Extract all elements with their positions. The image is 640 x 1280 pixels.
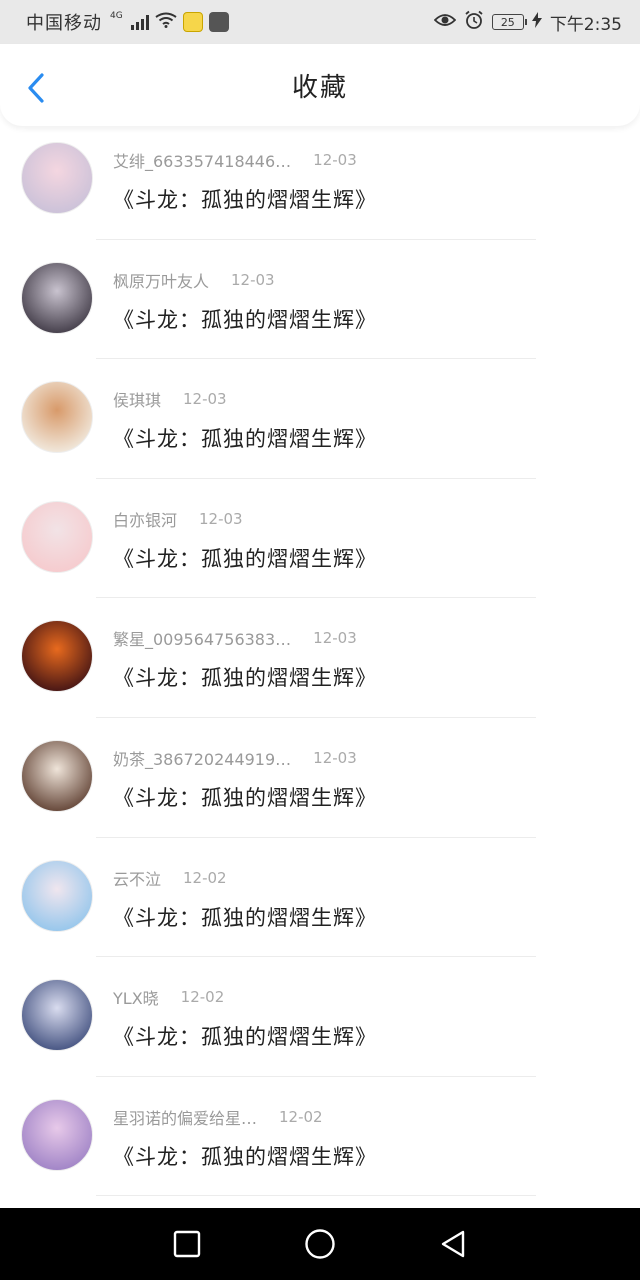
work-title: 《斗龙：孤独的熠熠生辉》 bbox=[113, 188, 377, 212]
favorite-item[interactable]: 繁星_009564756383… 12-03 《斗龙：孤独的熠熠生辉》 bbox=[0, 598, 640, 718]
favorite-item-text: 白亦银河 12-03 《斗龙：孤独的熠熠生辉》 bbox=[113, 507, 620, 573]
favorite-meta: 星羽诺的偏爱给星… 12-02 bbox=[113, 1105, 620, 1129]
favorite-meta: 白亦银河 12-03 bbox=[113, 507, 620, 531]
user-name[interactable]: 星羽诺的偏爱给星… bbox=[113, 1105, 257, 1129]
page-title: 收藏 bbox=[291, 72, 348, 103]
favorite-item-text: 艾绯_663357418446… 12-03 《斗龙：孤独的熠熠生辉》 bbox=[113, 148, 620, 214]
avatar[interactable] bbox=[21, 142, 93, 214]
favorites-list: 艾绯_663357418446… 12-03 《斗龙：孤独的熠熠生辉》 枫原万叶友人 1… bbox=[0, 120, 640, 1197]
avatar[interactable] bbox=[21, 1098, 93, 1171]
work-title: 《斗龙：孤独的熠熠生辉》 bbox=[113, 307, 377, 332]
favorite-item[interactable]: 云不泣 12-02 《斗龙：孤独的熠熠生辉》 bbox=[0, 838, 640, 958]
signal-icon bbox=[130, 14, 149, 30]
network-type: 4G bbox=[110, 11, 123, 21]
favorite-date: 12-03 bbox=[231, 270, 275, 289]
favorite-date: 12-03 bbox=[313, 151, 357, 169]
favorite-date: 12-03 bbox=[183, 390, 227, 409]
system-nav-bar bbox=[0, 1208, 640, 1280]
notification-app-icon bbox=[182, 12, 203, 32]
battery-icon: 25 bbox=[491, 14, 527, 30]
avatar[interactable] bbox=[21, 979, 93, 1052]
back-button[interactable] bbox=[18, 70, 54, 106]
favorite-item[interactable]: 星羽诺的偏爱给星… 12-02 《斗龙：孤独的熠熠生辉》 bbox=[0, 1077, 640, 1197]
user-name[interactable]: 枫原万叶友人 bbox=[113, 268, 209, 292]
charging-icon bbox=[531, 11, 542, 33]
carrier-label: 中国移动 bbox=[26, 13, 102, 34]
alarm-icon bbox=[464, 10, 484, 35]
work-title: 《斗龙：孤独的熠熠生辉》 bbox=[113, 1025, 377, 1050]
user-name[interactable]: 侯琪琪 bbox=[113, 387, 161, 411]
row-divider bbox=[96, 1195, 536, 1197]
favorite-item-text: YLX晓 12-02 《斗龙：孤独的熠熠生辉》 bbox=[113, 985, 620, 1051]
favorite-date: 12-02 bbox=[180, 988, 225, 1007]
user-name[interactable]: 白亦银河 bbox=[113, 507, 177, 531]
user-name[interactable]: 繁星_009564756383… bbox=[113, 626, 291, 650]
clock: 下午2:35 bbox=[549, 14, 622, 35]
work-title: 《斗龙：孤独的熠熠生辉》 bbox=[113, 546, 377, 571]
favorite-meta: YLX晓 12-02 bbox=[113, 985, 620, 1009]
eye-comfort-icon bbox=[433, 12, 457, 33]
favorite-item[interactable]: 枫原万叶友人 12-03 《斗龙：孤独的熠熠生辉》 bbox=[0, 240, 640, 360]
hms-icon bbox=[208, 12, 229, 32]
favorite-meta: 侯琪琪 12-03 bbox=[113, 387, 620, 411]
avatar[interactable] bbox=[21, 620, 93, 693]
user-name[interactable]: 云不泣 bbox=[113, 866, 161, 890]
avatar[interactable] bbox=[21, 500, 93, 573]
favorite-item-text: 云不泣 12-02 《斗龙：孤独的熠熠生辉》 bbox=[113, 866, 620, 932]
favorite-date: 12-02 bbox=[279, 1107, 323, 1126]
avatar[interactable] bbox=[21, 739, 93, 812]
favorite-item[interactable]: 白亦银河 12-03 《斗龙：孤独的熠熠生辉》 bbox=[0, 479, 640, 599]
work-title: 《斗龙：孤独的熠熠生辉》 bbox=[113, 785, 377, 810]
status-right: 25 下午2:35 bbox=[433, 10, 622, 35]
avatar[interactable] bbox=[21, 261, 93, 334]
favorite-item-text: 繁星_009564756383… 12-03 《斗龙：孤独的熠熠生辉》 bbox=[113, 626, 620, 692]
wifi-icon bbox=[155, 12, 177, 33]
favorite-meta: 奶茶_386720244919… 12-03 bbox=[113, 746, 620, 770]
favorite-item-text: 奶茶_386720244919… 12-03 《斗龙：孤独的熠熠生辉》 bbox=[113, 746, 620, 812]
work-title: 《斗龙：孤独的熠熠生辉》 bbox=[113, 905, 377, 930]
favorite-item[interactable]: 侯琪琪 12-03 《斗龙：孤独的熠熠生辉》 bbox=[0, 359, 640, 479]
user-name[interactable]: YLX晓 bbox=[113, 985, 159, 1009]
favorite-date: 12-03 bbox=[313, 748, 357, 767]
system-back-button[interactable] bbox=[433, 1224, 473, 1264]
work-title: 《斗龙：孤独的熠熠生辉》 bbox=[113, 1144, 377, 1169]
favorite-item[interactable]: 艾绯_663357418446… 12-03 《斗龙：孤独的熠熠生辉》 bbox=[0, 120, 640, 240]
avatar[interactable] bbox=[21, 859, 93, 932]
circle-icon bbox=[305, 1229, 335, 1259]
favorite-item[interactable]: YLX晓 12-02 《斗龙：孤独的熠熠生辉》 bbox=[0, 957, 640, 1077]
favorite-date: 12-03 bbox=[313, 629, 357, 648]
work-title: 《斗龙：孤独的熠熠生辉》 bbox=[113, 666, 377, 691]
favorite-item-text: 星羽诺的偏爱给星… 12-02 《斗龙：孤独的熠熠生辉》 bbox=[113, 1105, 620, 1171]
favorite-date: 12-02 bbox=[183, 868, 227, 887]
user-name[interactable]: 奶茶_386720244919… bbox=[113, 746, 291, 770]
favorite-meta: 云不泣 12-02 bbox=[113, 866, 620, 890]
favorite-meta: 枫原万叶友人 12-03 bbox=[113, 268, 620, 292]
favorite-item[interactable]: 奶茶_386720244919… 12-03 《斗龙：孤独的熠熠生辉》 bbox=[0, 718, 640, 838]
status-left: 中国移动 4G bbox=[26, 9, 229, 35]
back-arrow-icon bbox=[28, 73, 44, 103]
favorite-item-text: 枫原万叶友人 12-03 《斗龙：孤独的熠熠生辉》 bbox=[113, 268, 620, 334]
status-bar: 中国移动 4G 25 下午2:35 bbox=[0, 0, 640, 44]
favorite-meta: 繁星_009564756383… 12-03 bbox=[113, 626, 620, 650]
favorite-item-text: 侯琪琪 12-03 《斗龙：孤独的熠熠生辉》 bbox=[113, 387, 620, 453]
battery-level: 25 bbox=[500, 15, 515, 29]
title-bar: 收藏 bbox=[0, 44, 640, 126]
favorite-meta: 艾绯_663357418446… 12-03 bbox=[113, 148, 620, 172]
work-title: 《斗龙：孤独的熠熠生辉》 bbox=[113, 427, 377, 452]
home-button[interactable] bbox=[300, 1224, 340, 1264]
square-icon bbox=[173, 1230, 200, 1258]
user-name[interactable]: 艾绯_663357418446… bbox=[113, 148, 291, 172]
favorite-date: 12-03 bbox=[199, 509, 243, 528]
avatar[interactable] bbox=[21, 381, 93, 454]
triangle-back-icon bbox=[442, 1230, 465, 1258]
recent-apps-button[interactable] bbox=[167, 1224, 207, 1264]
